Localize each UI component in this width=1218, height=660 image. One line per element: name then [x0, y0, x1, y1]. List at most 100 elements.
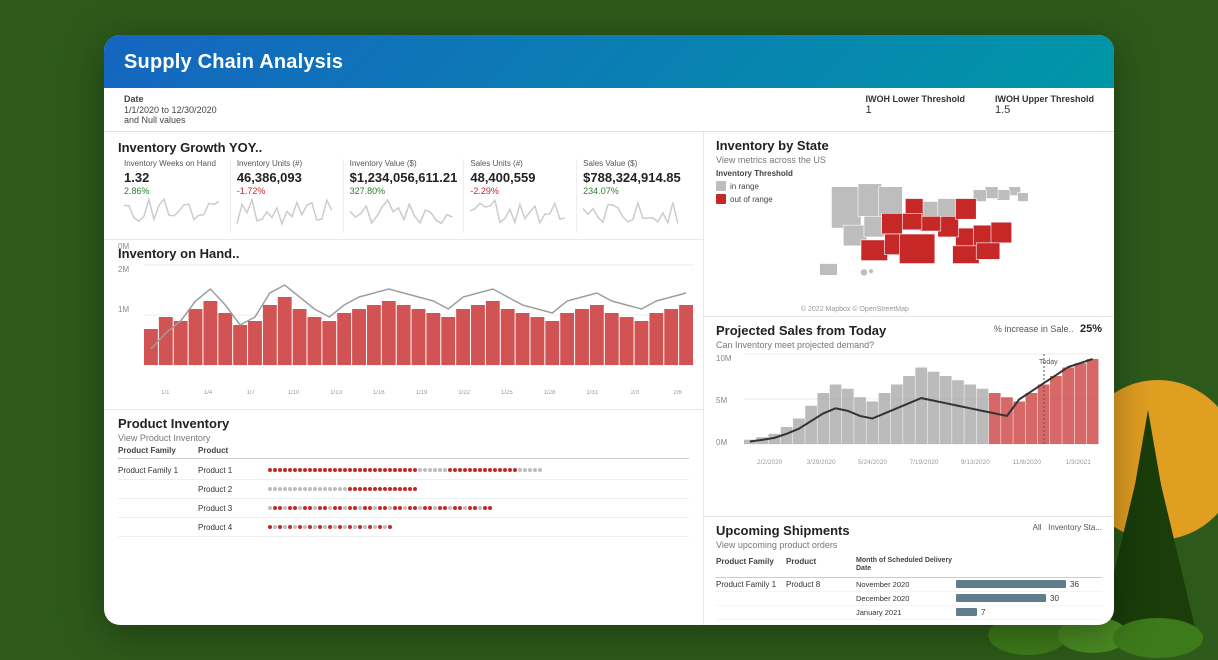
out-range-label: out of range — [730, 195, 773, 204]
metric-change: -2.29% — [470, 186, 570, 196]
inventory-dot — [278, 468, 282, 472]
inventory-dot — [308, 468, 312, 472]
in-range-dot — [716, 181, 726, 191]
map-credit: © 2022 Mapbox © OpenStreetMap — [801, 306, 1102, 313]
sparkline-svg — [124, 198, 224, 228]
inventory-dot — [313, 506, 317, 510]
main-content: Inventory Growth YOY.. Inventory Weeks o… — [104, 132, 1114, 625]
inventory-dot — [388, 468, 392, 472]
inventory-dot — [498, 468, 502, 472]
inventory-dot — [493, 468, 497, 472]
inventory-dot — [323, 525, 327, 529]
metric-item: Sales Units (#) 48,400,559 -2.29% — [464, 159, 577, 233]
inventory-dot — [388, 506, 392, 510]
onhand-chart-svg — [144, 265, 699, 385]
inventory-dot — [318, 525, 322, 529]
date-label: Date — [124, 94, 217, 104]
date-range: 1/1/2020 to 12/30/2020 — [124, 105, 217, 115]
metric-value: 46,386,093 — [237, 170, 337, 185]
table-row: Product Family 1 Product 1 — [118, 461, 689, 480]
inventory-dot — [313, 487, 317, 491]
us-map-svg — [801, 169, 1051, 299]
inventory-dot — [448, 468, 452, 472]
metric-value: $788,324,914.85 — [583, 170, 683, 185]
inventory-dot — [353, 468, 357, 472]
inventory-dot — [323, 487, 327, 491]
inventory-dot — [328, 525, 332, 529]
inventory-dot — [298, 487, 302, 491]
inventory-dot — [363, 468, 367, 472]
inventory-dot — [358, 468, 362, 472]
inventory-dot — [463, 506, 467, 510]
inventory-dot — [408, 506, 412, 510]
col-family-header: Product Family — [118, 446, 198, 455]
inventory-dot — [343, 525, 347, 529]
product-name: Product 4 — [198, 523, 268, 532]
inventory-dot — [393, 506, 397, 510]
proj-y-10m: 10M — [716, 354, 732, 363]
inventory-dot — [473, 468, 477, 472]
inventory-dot — [478, 506, 482, 510]
inventory-dot — [468, 506, 472, 510]
shipment-rows: Product Family 1 Product 8 November 2020… — [716, 578, 1102, 620]
inventory-dot — [278, 487, 282, 491]
inventory-dot — [348, 506, 352, 510]
legend-title: Inventory Threshold — [716, 169, 793, 178]
inventory-dot — [483, 506, 487, 510]
metric-label: Inventory Units (#) — [237, 159, 337, 168]
ship-bar-cell: 30 — [956, 594, 1102, 603]
lower-threshold: IWOH Lower Threshold 1 — [865, 94, 965, 116]
inventory-dot — [413, 506, 417, 510]
inventory-dot — [418, 506, 422, 510]
upper-threshold-label: IWOH Upper Threshold — [995, 94, 1094, 104]
inventory-dot — [328, 468, 332, 472]
table-row: Product 4 — [118, 518, 689, 537]
y-label-0m: 0M — [118, 242, 129, 251]
projected-sales-title: Projected Sales from Today — [716, 323, 886, 338]
ship-value: 7 — [981, 608, 985, 617]
inventory-dot — [308, 506, 312, 510]
metric-label: Sales Value ($) — [583, 159, 683, 168]
product-dots — [268, 482, 689, 496]
out-range-dot — [716, 194, 726, 204]
product-dots — [268, 463, 689, 477]
proj-x-labels: 2/2/2020 3/29/2020 5/24/2020 7/19/2020 9… — [744, 459, 1104, 466]
inventory-dot — [273, 487, 277, 491]
legend-in-range: in range — [716, 181, 793, 191]
ship-col-product-header: Product — [786, 557, 856, 574]
inventory-dot — [363, 525, 367, 529]
inventory-dot — [293, 487, 297, 491]
percent-increase: % increase in Sale.. 25% — [994, 323, 1102, 335]
inventory-dot — [343, 468, 347, 472]
header: Supply Chain Analysis — [104, 35, 1114, 88]
shipments-table: Product Family Product Month of Schedule… — [716, 554, 1102, 620]
ship-date: December 2020 — [856, 594, 956, 603]
inventory-dot — [453, 506, 457, 510]
inventory-dot — [288, 525, 292, 529]
metric-item: Sales Value ($) $788,324,914.85 234.07% — [577, 159, 689, 233]
inventory-dot — [268, 487, 272, 491]
y-label-1m: 1M — [118, 305, 129, 314]
projected-header: Projected Sales from Today Can Inventory… — [716, 323, 1102, 350]
inventory-dot — [313, 468, 317, 472]
inventory-dot — [353, 506, 357, 510]
inventory-dot — [428, 506, 432, 510]
inventory-dot — [413, 468, 417, 472]
upcoming-shipments-title: Upcoming Shipments — [716, 523, 850, 538]
inventory-dot — [398, 487, 402, 491]
inventory-dot — [338, 506, 342, 510]
inventory-dot — [293, 468, 297, 472]
inventory-dot — [323, 506, 327, 510]
table-row: Product 3 — [118, 499, 689, 518]
inventory-growth-title: Inventory Growth YOY.. — [118, 140, 689, 155]
inventory-dot — [273, 468, 277, 472]
inventory-dot — [338, 487, 342, 491]
product-dots — [268, 501, 689, 515]
inventory-dot — [393, 487, 397, 491]
metric-item: Inventory Units (#) 46,386,093 -1.72% — [231, 159, 344, 233]
inventory-dot — [523, 468, 527, 472]
in-range-label: in range — [730, 182, 759, 191]
metric-item: Inventory Value ($) $1,234,056,611.21 32… — [344, 159, 465, 233]
ship-table-header: Product Family Product Month of Schedule… — [716, 554, 1102, 578]
percent-value: 25% — [1080, 323, 1102, 335]
